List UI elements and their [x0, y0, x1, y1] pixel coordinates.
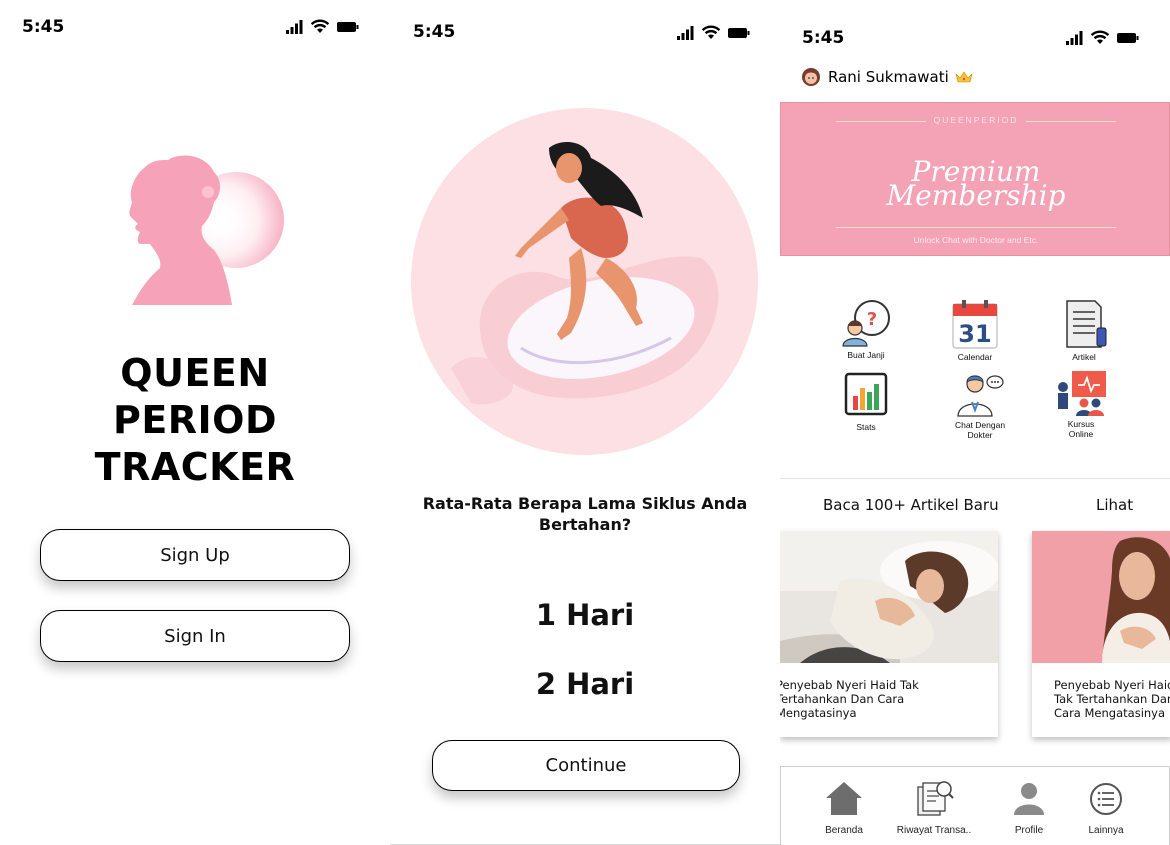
menu-item-calendar[interactable]: 31 Calendar	[930, 298, 1020, 362]
nav-item-beranda[interactable]: Beranda	[804, 779, 884, 836]
status-time: 5:45	[413, 22, 456, 42]
article-thumbnail	[780, 531, 998, 663]
battery-icon	[728, 27, 750, 38]
wifi-icon	[701, 25, 721, 39]
welcome-screen: 5:45 QUEEN PERIOD TRACKER Sign Up Sign I…	[0, 0, 390, 845]
status-icons	[677, 25, 750, 40]
article-icon	[1066, 300, 1107, 348]
doctor-chat-icon	[957, 375, 1004, 417]
home-screen: 5:45 Rani Sukmawati QUEENPERIOD Premium …	[780, 0, 1170, 845]
calendar-icon: 31	[952, 300, 998, 349]
menu-item-label: Calendar	[957, 352, 993, 362]
queen-silhouette-logo	[129, 155, 284, 305]
wifi-icon	[1090, 30, 1110, 44]
user-profile-row[interactable]: Rani Sukmawati	[800, 66, 973, 88]
cycle-question: Rata-Rata Berapa Lama Siklus Anda Bertah…	[422, 494, 748, 534]
menu-item-label: Buat Janji	[847, 350, 885, 360]
menu-item-label: Artikel	[1072, 352, 1096, 362]
appointment-icon: ?	[842, 300, 890, 347]
section-divider	[780, 478, 1170, 479]
app-title-line: PERIOD	[112, 398, 278, 442]
bottom-navigation: Beranda Riwayat Transa.. Profile Lainnya	[780, 766, 1170, 845]
nav-item-lainnya[interactable]: Lainnya	[1066, 779, 1146, 836]
signal-icon	[1066, 30, 1083, 45]
nav-item-profile[interactable]: Profile	[989, 779, 1069, 836]
article-title: Penyebab Nyeri Haid Tak Tertahankan Dan …	[780, 678, 919, 720]
battery-icon	[337, 21, 359, 32]
menu-item-label: Kursus Online	[1067, 419, 1095, 439]
cycle-length-picker[interactable]: 1 Hari 2 Hari	[390, 592, 780, 696]
signal-icon	[677, 25, 694, 40]
nav-label: Profile	[1014, 825, 1044, 836]
banner-subtitle: Unlock Chat with Doctor and Etc.	[913, 235, 1039, 245]
user-name: Rani Sukmawati	[828, 68, 949, 86]
article-title: Penyebab Nyeri Haid Tak Tertahankan Dan …	[1054, 678, 1170, 720]
picker-option[interactable]: 1 Hari	[390, 598, 780, 632]
menu-item-label: Chat Dengan Dokter	[954, 420, 1006, 440]
online-course-icon	[1058, 371, 1106, 416]
signal-icon	[286, 19, 303, 34]
nav-label: Lainnya	[1088, 825, 1124, 836]
nav-item-riwayat[interactable]: Riwayat Transa..	[894, 779, 974, 836]
menu-item-chat-dokter[interactable]: Chat Dengan Dokter	[935, 370, 1025, 440]
sign-in-button[interactable]: Sign In	[40, 610, 350, 662]
banner-divider	[836, 227, 1116, 228]
article-card[interactable]: Penyebab Nyeri Haid Tak Tertahankan Dan …	[780, 531, 998, 737]
battery-icon	[1117, 32, 1139, 43]
calendar-day: 31	[958, 320, 991, 348]
status-time: 5:45	[802, 28, 845, 48]
app-title-line: QUEEN	[120, 351, 270, 395]
more-icon	[1090, 783, 1122, 815]
stats-icon	[844, 372, 888, 416]
crown-icon	[955, 71, 973, 83]
articles-heading: Baca 100+ Artikel Baru	[823, 496, 999, 514]
history-icon	[917, 781, 954, 816]
surfing-pad-illustration	[411, 108, 758, 455]
premium-membership-banner[interactable]: QUEENPERIOD Premium Membership Unlock Ch…	[780, 102, 1170, 256]
nav-label: Beranda	[825, 825, 863, 836]
status-icons	[1066, 30, 1139, 45]
menu-item-stats[interactable]: Stats	[821, 372, 911, 432]
app-title: QUEEN PERIOD TRACKER	[0, 350, 390, 491]
status-bar: 5:45	[0, 0, 390, 40]
wifi-icon	[310, 19, 330, 33]
profile-icon	[1014, 783, 1044, 815]
status-icons	[286, 19, 359, 34]
picker-option[interactable]: 2 Hari	[390, 667, 780, 696]
avatar	[802, 68, 820, 86]
see-all-link[interactable]: Lihat	[1096, 496, 1133, 514]
article-thumbnail	[1032, 531, 1170, 663]
menu-item-label: Stats	[856, 422, 876, 432]
banner-brand: QUEENPERIOD	[933, 115, 1019, 125]
status-time: 5:45	[22, 17, 65, 37]
banner-title-line: Membership	[886, 179, 1066, 212]
sign-up-button[interactable]: Sign Up	[40, 529, 350, 581]
home-icon	[826, 782, 862, 815]
continue-button[interactable]: Continue	[432, 740, 740, 791]
nav-label: Riwayat Transa..	[896, 825, 972, 836]
menu-item-kursus-online[interactable]: Kursus Online	[1036, 369, 1126, 439]
menu-item-artikel[interactable]: Artikel	[1039, 298, 1129, 362]
article-card[interactable]: Penyebab Nyeri Haid Tak Tertahankan Dan …	[1032, 531, 1170, 737]
status-bar: 5:45	[390, 0, 780, 42]
svg-text:?: ?	[867, 309, 877, 330]
menu-item-buat-janji[interactable]: ? Buat Janji	[821, 298, 911, 360]
feature-menu: ? Buat Janji 31 Calendar Artikel Stats C…	[780, 292, 1170, 452]
status-bar: 5:45	[780, 0, 1170, 48]
cycle-question-screen: 5:45 Rata-Rata Berapa Lama Siklus Anda B…	[390, 0, 780, 845]
app-title-line: TRACKER	[94, 445, 296, 489]
